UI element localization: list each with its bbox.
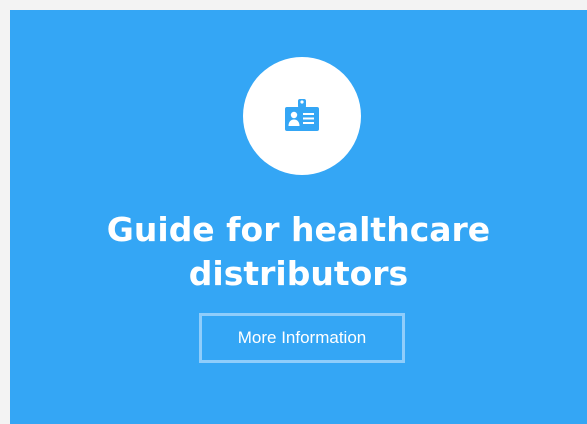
card-title: Guide for healthcare distributors (106, 210, 491, 293)
id-badge-icon (285, 99, 319, 131)
more-information-button[interactable]: More Information (199, 313, 405, 363)
feature-card: Guide for healthcare distributors More I… (10, 10, 587, 424)
page-frame: Guide for healthcare distributors More I… (0, 0, 587, 424)
icon-circle (243, 57, 361, 175)
